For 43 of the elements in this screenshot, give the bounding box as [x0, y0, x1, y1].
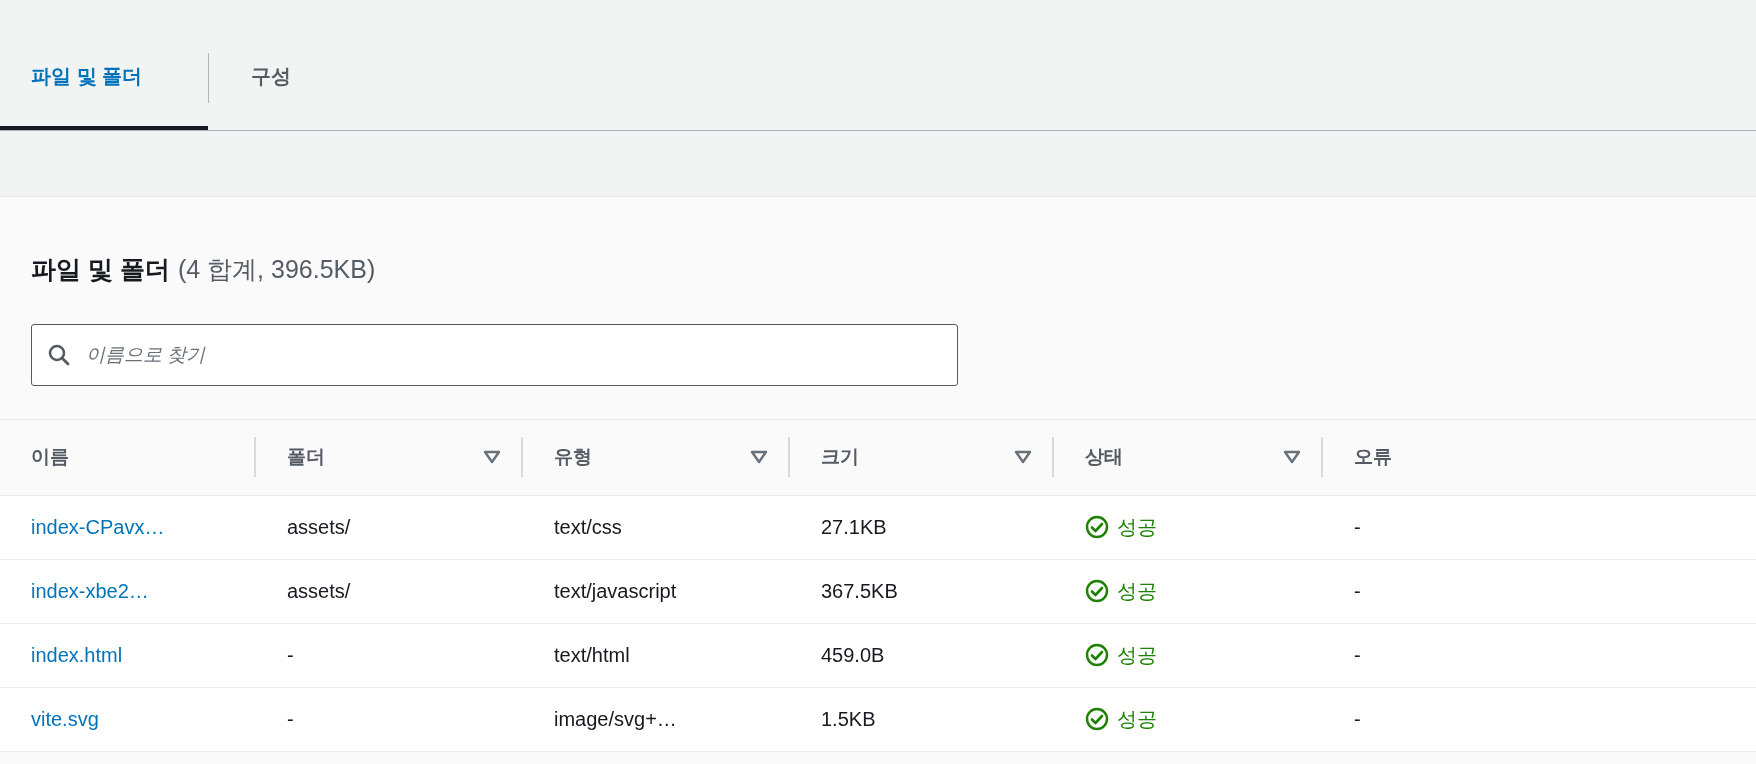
sort-icon[interactable]	[750, 450, 768, 464]
table-cell-text: assets/	[287, 515, 351, 540]
tab[interactable]: 구성	[209, 26, 333, 130]
file-link[interactable]: index-CPavx…	[31, 512, 165, 542]
status-text: 성공	[1117, 707, 1157, 732]
file-summary: (4 합계, 396.5KB)	[177, 254, 376, 285]
table-cell-text: -	[1354, 707, 1361, 732]
sort-icon[interactable]	[483, 450, 501, 464]
table-cell-text: -	[287, 643, 294, 668]
sort-icon[interactable]	[1014, 450, 1032, 464]
check-circle-icon	[1085, 707, 1109, 731]
table-cell-text: 1.5KB	[821, 707, 876, 732]
column-header[interactable]: 오류	[1354, 442, 1736, 472]
column-header[interactable]: 폴더	[287, 442, 483, 472]
status-text: 성공	[1117, 643, 1157, 668]
table-cell-text: -	[1354, 515, 1361, 540]
column-header[interactable]: 크기	[821, 442, 1014, 472]
column-header[interactable]: 이름	[31, 442, 234, 472]
table-cell-text: image/svg+…	[554, 707, 677, 732]
table-cell-text: 459.0B	[821, 643, 885, 668]
section-title: 파일 및 폴더	[31, 254, 170, 285]
search-field[interactable]: 이름으로 찾기	[31, 323, 958, 386]
column-header[interactable]: 상태	[1085, 442, 1283, 472]
table-cell-text: text/css	[554, 515, 622, 540]
table-cell-text: -	[1354, 579, 1361, 604]
table-cell-text: -	[287, 707, 294, 732]
file-link[interactable]: index-xbe2…	[31, 576, 149, 606]
table-cell-text: 27.1KB	[821, 515, 887, 540]
file-link[interactable]: index.html	[31, 640, 123, 670]
table-cell-text: 367.5KB	[821, 579, 898, 604]
column-header[interactable]: 유형	[554, 442, 750, 472]
table-cell-text: text/javascript	[554, 579, 677, 604]
table-cell-text: -	[1354, 643, 1361, 668]
check-circle-icon	[1085, 579, 1109, 603]
table-cell-text: text/html	[554, 643, 630, 668]
status-text: 성공	[1117, 515, 1157, 540]
file-link[interactable]: vite.svg	[31, 704, 99, 734]
check-circle-icon	[1085, 515, 1109, 539]
status-text: 성공	[1117, 579, 1157, 604]
check-circle-icon	[1085, 643, 1109, 667]
tab[interactable]: 파일 및 폴더	[0, 26, 208, 130]
table-cell-text: assets/	[287, 579, 351, 604]
sort-icon[interactable]	[1283, 450, 1301, 464]
